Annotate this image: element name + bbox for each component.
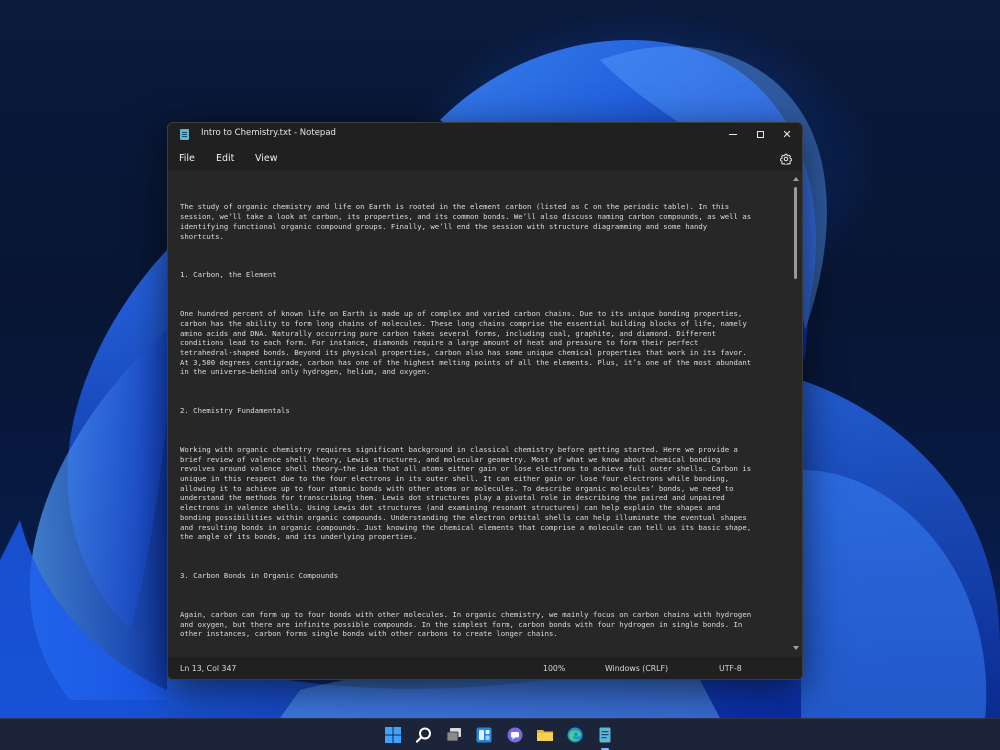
maximize-button[interactable]	[746, 123, 774, 145]
zoom-level[interactable]: 100%	[543, 664, 565, 673]
minimize-icon	[729, 133, 737, 135]
section-heading: 3. Carbon Bonds in Organic Compounds	[180, 571, 339, 581]
windows-start-icon[interactable]	[384, 726, 402, 744]
paragraph: Working with organic chemistry requires …	[180, 444, 752, 542]
menu-file[interactable]: File	[179, 153, 195, 164]
menu-view[interactable]: View	[255, 153, 278, 164]
file-explorer-icon[interactable]	[536, 726, 554, 744]
encoding[interactable]: UTF-8	[719, 664, 742, 673]
close-icon: ✕	[782, 127, 792, 141]
title-bar[interactable]: Intro to Chemistry.txt - Notepad ✕	[168, 123, 802, 145]
section-heading: 2. Chemistry Fundamentals	[180, 406, 290, 416]
maximize-icon	[756, 130, 764, 138]
task-view-icon[interactable]	[445, 726, 463, 744]
cursor-position[interactable]: Ln 13, Col 347	[180, 664, 236, 673]
scroll-up-icon[interactable]	[793, 177, 799, 181]
close-button[interactable]: ✕	[773, 123, 801, 145]
paragraph: Again, carbon can form up to four bonds …	[180, 609, 752, 639]
vertical-scrollbar[interactable]	[790, 171, 802, 657]
widgets-icon[interactable]	[475, 726, 493, 744]
text-editor[interactable]: The study of organic chemistry and life …	[168, 171, 791, 657]
notepad-icon	[599, 727, 611, 743]
gear-icon[interactable]	[780, 153, 792, 165]
notepad-app-icon	[180, 129, 189, 140]
scroll-thumb[interactable]	[794, 187, 797, 279]
section-heading: 1. Carbon, the Element	[180, 270, 277, 280]
scroll-down-icon[interactable]	[793, 646, 799, 650]
notepad-window: Intro to Chemistry.txt - Notepad ✕ File …	[167, 122, 803, 680]
document-text: The study of organic chemistry and life …	[180, 183, 780, 668]
paragraph: One hundred percent of known life on Ear…	[180, 309, 752, 377]
search-icon[interactable]	[415, 726, 433, 744]
window-title: Intro to Chemistry.txt - Notepad	[201, 128, 336, 138]
status-bar: Ln 13, Col 347 100% Windows (CRLF) UTF-8	[168, 657, 802, 679]
edge-browser-icon[interactable]	[566, 726, 584, 744]
notepad-taskbar-button[interactable]	[596, 726, 614, 750]
paragraph: The study of organic chemistry and life …	[180, 202, 752, 241]
teams-chat-icon[interactable]	[506, 726, 524, 744]
menu-bar: File Edit View	[168, 145, 802, 171]
minimize-button[interactable]	[719, 123, 747, 145]
line-ending[interactable]: Windows (CRLF)	[605, 664, 668, 673]
menu-edit[interactable]: Edit	[216, 153, 234, 164]
taskbar	[0, 718, 1000, 750]
